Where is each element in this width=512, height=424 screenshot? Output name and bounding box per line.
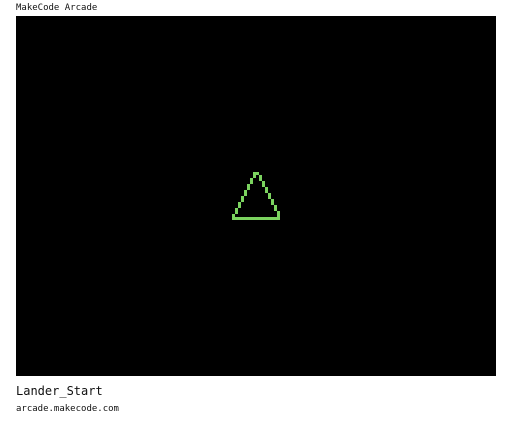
lander-pixel <box>274 205 277 208</box>
lander-pixel <box>238 205 241 208</box>
lander-pixel <box>250 181 253 184</box>
lander-pixel <box>241 196 244 199</box>
lander-pixel <box>244 217 247 220</box>
lander-pixel <box>250 217 253 220</box>
lander-pixel <box>256 172 259 175</box>
lander-pixel <box>262 181 265 184</box>
lander-pixel <box>265 190 268 193</box>
lander-pixel <box>271 217 274 220</box>
lander-pixel <box>256 217 259 220</box>
lander-pixel <box>271 202 274 205</box>
lander-pixel <box>268 217 271 220</box>
lander-pixel <box>232 214 235 217</box>
lander-pixel <box>274 208 277 211</box>
game-canvas[interactable] <box>16 16 496 376</box>
lander-pixel <box>250 178 253 181</box>
lander-pixel <box>253 175 256 178</box>
lander-pixel <box>271 199 274 202</box>
lander-pixel <box>238 217 241 220</box>
lander-pixel <box>259 175 262 178</box>
lander-pixel <box>259 178 262 181</box>
lander-ship-icon <box>232 172 280 220</box>
lander-pixel <box>253 217 256 220</box>
lander-pixel <box>241 199 244 202</box>
lander-pixel <box>235 211 238 214</box>
lander-pixel <box>247 184 250 187</box>
lander-pixel <box>268 196 271 199</box>
lander-pixel <box>235 217 238 220</box>
lander-pixel <box>265 187 268 190</box>
lander-pixel <box>259 217 262 220</box>
lander-pixel <box>244 193 247 196</box>
lander-pixel <box>277 214 280 217</box>
lander-pixel <box>262 217 265 220</box>
game-screen <box>232 172 280 220</box>
lander-pixel <box>277 217 280 220</box>
lander-pixel <box>247 217 250 220</box>
lander-pixel <box>277 211 280 214</box>
game-url: arcade.makecode.com <box>16 404 119 414</box>
lander-pixel <box>274 217 277 220</box>
lander-pixel <box>268 193 271 196</box>
lander-pixel <box>247 187 250 190</box>
lander-pixel <box>241 217 244 220</box>
lander-pixel <box>262 184 265 187</box>
lander-pixel <box>244 190 247 193</box>
lander-pixel <box>232 217 235 220</box>
game-name: Lander_Start <box>16 384 103 398</box>
app-title: MakeCode Arcade <box>16 3 98 13</box>
lander-pixel <box>253 172 256 175</box>
lander-pixel <box>238 202 241 205</box>
lander-pixel <box>235 208 238 211</box>
lander-pixel <box>265 217 268 220</box>
